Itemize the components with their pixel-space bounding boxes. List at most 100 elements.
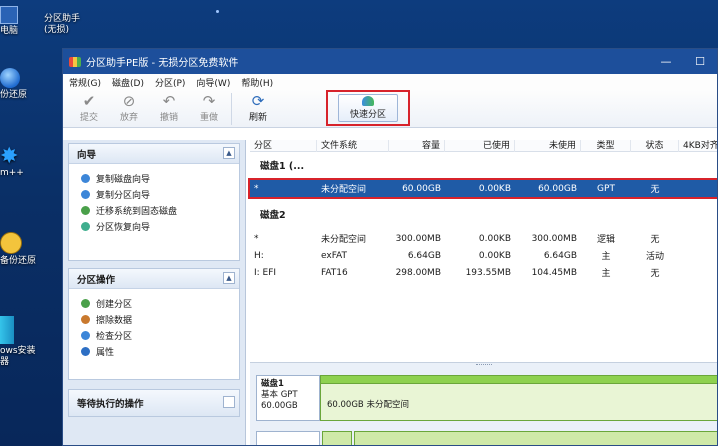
op-item-label: 创建分区 [96,299,133,310]
left-panel: 向导 ▲ 复制磁盘向导 复制分区向导 迁移系统到固态磁盘 分区恢复向导 分区操作… [63,140,246,445]
disk1-unallocated-block[interactable]: 60.00GB 未分配空间 [320,375,717,421]
disk1-map-size: 60.00GB [261,401,298,411]
partition-ops-title: 分区操作 [77,274,116,286]
cell-free: 6.64GB [543,250,577,261]
redo-button[interactable]: ↷ 重做 [189,90,229,123]
toolbar: ✔ 提交 ⊘ 放弃 ↶ 撤销 ↷ 重做 ⟳ 刷新 快速分区 [63,90,717,128]
table-header: 分区 文件系统 容量 已使用 未使用 类型 状态 4KB对齐 [250,139,717,152]
disk-copy-icon [81,173,90,183]
wizard-group: 向导 ▲ 复制磁盘向导 复制分区向导 迁移系统到固态磁盘 分区恢复向导 [68,143,240,261]
pending-ops-title: 等待执行的操作 [77,399,144,410]
disk2-map[interactable] [256,431,717,445]
menu-general[interactable]: 常规(G) [69,76,101,89]
cell-filesystem: FAT16 [321,267,348,278]
wizard-item-label: 复制磁盘向导 [96,174,151,185]
menu-partition[interactable]: 分区(P) [155,76,185,89]
column-header[interactable]: 状态 [631,139,679,152]
op-item-properties[interactable]: 属性 [81,343,239,359]
check-partition-icon [81,330,90,340]
cell-used: 0.00KB [478,183,511,194]
desktop-icon-computer[interactable]: 电脑 [0,6,34,37]
refresh-icon: ⟳ [251,92,265,110]
quick-partition-button[interactable]: 快速分区 [338,94,398,122]
disk1-map-name: 磁盘1 [261,379,284,389]
desktop-icon-backup[interactable]: 份还原 [0,68,40,101]
undo-button[interactable]: ↶ 撤销 [149,90,189,123]
ghost-backup-icon [0,232,22,254]
minimize-button[interactable]: — [649,49,683,74]
wizard-item-label: 复制分区向导 [96,190,151,201]
quick-partition-icon [362,96,374,106]
desktop-icon-label: 电脑 [0,26,19,36]
submit-label: 提交 [79,113,98,123]
desktop-icon-restore[interactable]: 备份还原 [0,232,46,267]
column-header[interactable]: 已使用 [445,139,515,152]
cell-type: 主 [601,252,611,262]
disk2-segment[interactable] [354,431,717,445]
wizard-item-migrate-os[interactable]: 迁移系统到固态磁盘 [81,202,239,218]
desktop-icon-partition-assistant[interactable]: 分区助手(无损) [44,14,92,36]
disk2-title[interactable]: 磁盘2 [250,205,717,227]
properties-icon [81,346,90,356]
desktop-icon-label: 备份还原 [0,256,37,266]
disk1-title[interactable]: 磁盘1 (... [250,156,717,178]
cell-partition: H: [254,250,264,261]
wipe-icon [81,314,90,324]
splitter-handle[interactable] [476,364,492,367]
desktop-icon-label: m++ [0,168,24,178]
op-item-check[interactable]: 检查分区 [81,327,239,343]
collapse-icon[interactable]: ▲ [223,147,235,159]
table-row[interactable]: H: exFAT 6.64GB 0.00KB 6.64GB 主 活动 [250,247,717,264]
menu-wizard[interactable]: 向导(W) [196,76,230,89]
usage-stripe [321,376,717,384]
desktop-icon-windows-installer[interactable]: ows安装器 [0,316,40,368]
wizard-item-copy-disk[interactable]: 复制磁盘向导 [81,170,239,186]
menu-disk[interactable]: 磁盘(D) [112,76,144,89]
cell-filesystem: 未分配空间 [321,185,367,195]
disk2-map-label[interactable] [256,431,320,445]
collapse-icon[interactable] [223,396,235,408]
column-header[interactable]: 类型 [581,139,631,152]
maximize-button[interactable]: ☐ [683,49,717,74]
cell-partition: * [254,183,259,194]
op-item-wipe[interactable]: 擦除数据 [81,311,239,327]
cell-capacity: 300.00MB [395,233,441,244]
disk1-row-highlight: * 未分配空间 60.00GB 0.00KB 60.00GB GPT 无 [248,178,717,199]
column-header[interactable]: 文件系统 [317,139,389,152]
disk1-map[interactable]: 磁盘1 基本 GPT 60.00GB 60.00GB 未分配空间 [256,375,717,421]
table-row[interactable]: * 未分配空间 60.00GB 0.00KB 60.00GB GPT 无 [250,180,717,197]
table-row[interactable]: * 未分配空间 300.00MB 0.00KB 300.00MB 逻辑 无 [250,230,717,247]
column-header[interactable]: 未使用 [515,139,581,152]
op-item-label: 检查分区 [96,331,133,342]
partition-ops-group: 分区操作 ▲ 创建分区 擦除数据 检查分区 属性 [68,268,240,380]
redo-icon: ↷ [202,92,216,110]
computer-icon [0,6,18,24]
pending-ops-header[interactable]: 等待执行的操作 [69,390,239,416]
wizard-group-header[interactable]: 向导 ▲ [69,144,239,164]
menu-help[interactable]: 帮助(H) [241,76,273,89]
collapse-icon[interactable]: ▲ [223,272,235,284]
table-row[interactable]: I: EFI FAT16 298.00MB 193.55MB 104.45MB … [250,264,717,281]
submit-button[interactable]: ✔ 提交 [69,90,109,123]
partition-ops-header[interactable]: 分区操作 ▲ [69,269,239,289]
wizard-item-recovery[interactable]: 分区恢复向导 [81,218,239,234]
op-item-label: 属性 [96,347,115,358]
cell-partition: * [254,233,259,244]
column-header[interactable]: 分区 [250,139,317,152]
title-bar[interactable]: 分区助手PE版 - 无损分区免费软件 — ☐ [63,49,717,74]
desktop-icon-label: ows安装器 [0,346,36,367]
column-header[interactable]: 4KB对齐 [679,140,717,152]
cell-capacity: 6.64GB [407,250,441,261]
disk1-map-label[interactable]: 磁盘1 基本 GPT 60.00GB [256,375,320,421]
op-item-create[interactable]: 创建分区 [81,295,239,311]
cell-state: 无 [650,235,660,245]
refresh-button[interactable]: ⟳ 刷新 [238,90,278,123]
desktop-icon-tool[interactable]: ✸ m++ [0,146,40,179]
disk2-segment[interactable] [322,431,352,445]
cell-type: GPT [597,183,615,194]
desktop-star [216,10,219,13]
discard-button[interactable]: ⊘ 放弃 [109,90,149,123]
column-header[interactable]: 容量 [389,139,445,152]
partition-copy-icon [81,189,90,199]
wizard-item-copy-partition[interactable]: 复制分区向导 [81,186,239,202]
